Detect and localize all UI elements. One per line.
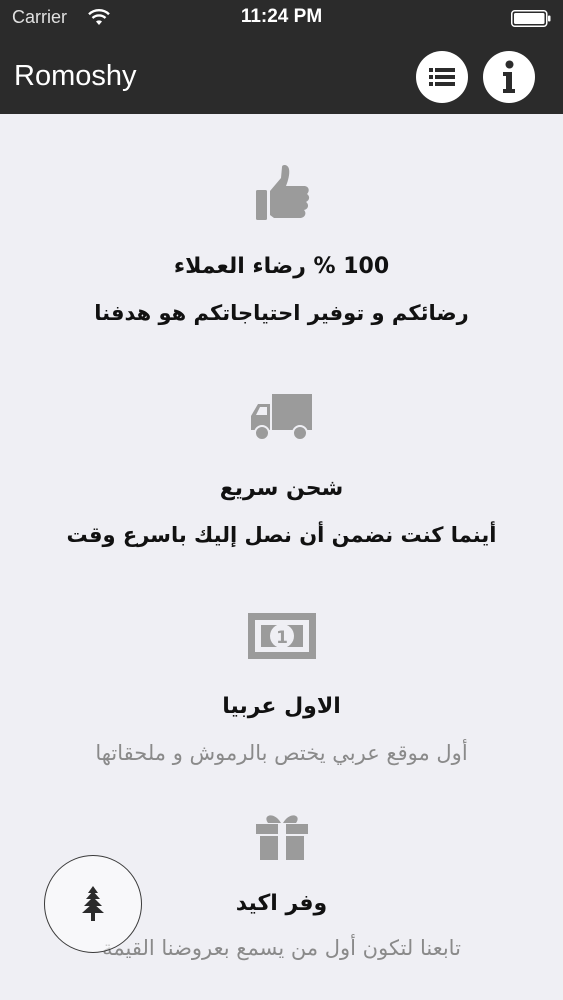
- feature-description: رضائكم و توفير احتياجاتكم هو هدفنا: [94, 301, 469, 325]
- feature-description: أول موقع عربي يختص بالرموش و ملحقاتها: [95, 741, 468, 765]
- clock: 11:24 PM: [240, 6, 323, 27]
- tree-icon: [82, 886, 104, 921]
- svg-text:1: 1: [276, 628, 288, 648]
- feature-fast-shipping: شحن سريع أينما كنت نضمن أن نصل إليك باسر…: [0, 392, 563, 547]
- floating-tree-button[interactable]: [44, 855, 142, 953]
- gift-icon: [255, 815, 308, 860]
- feature-customer-satisfaction: 100 % رضاء العملاء رضائكم و توفير احتياج…: [0, 164, 563, 325]
- info-icon: [503, 60, 515, 93]
- banknote-icon: 1: [247, 613, 316, 659]
- feature-description: أينما كنت نضمن أن نصل إليك باسرع وقت: [66, 523, 497, 547]
- battery-icon: [511, 10, 551, 27]
- app-title: Romoshy: [14, 60, 137, 92]
- menu-list-button[interactable]: [416, 51, 468, 103]
- feature-first-arabic: 1 الاول عربيا أول موقع عربي يختص بالرموش…: [0, 612, 563, 765]
- thumbs-up-icon: [255, 164, 309, 220]
- feature-title: 100 % رضاء العملاء: [173, 254, 390, 279]
- feature-title: شحن سريع: [219, 476, 344, 501]
- list-icon: [429, 68, 455, 86]
- status-bar: Carrier 11:24 PM: [0, 0, 563, 40]
- truck-icon: [250, 394, 312, 441]
- navigation-bar: Romoshy: [0, 40, 563, 114]
- feature-title: الاول عربيا: [222, 694, 341, 719]
- info-button[interactable]: [483, 51, 535, 103]
